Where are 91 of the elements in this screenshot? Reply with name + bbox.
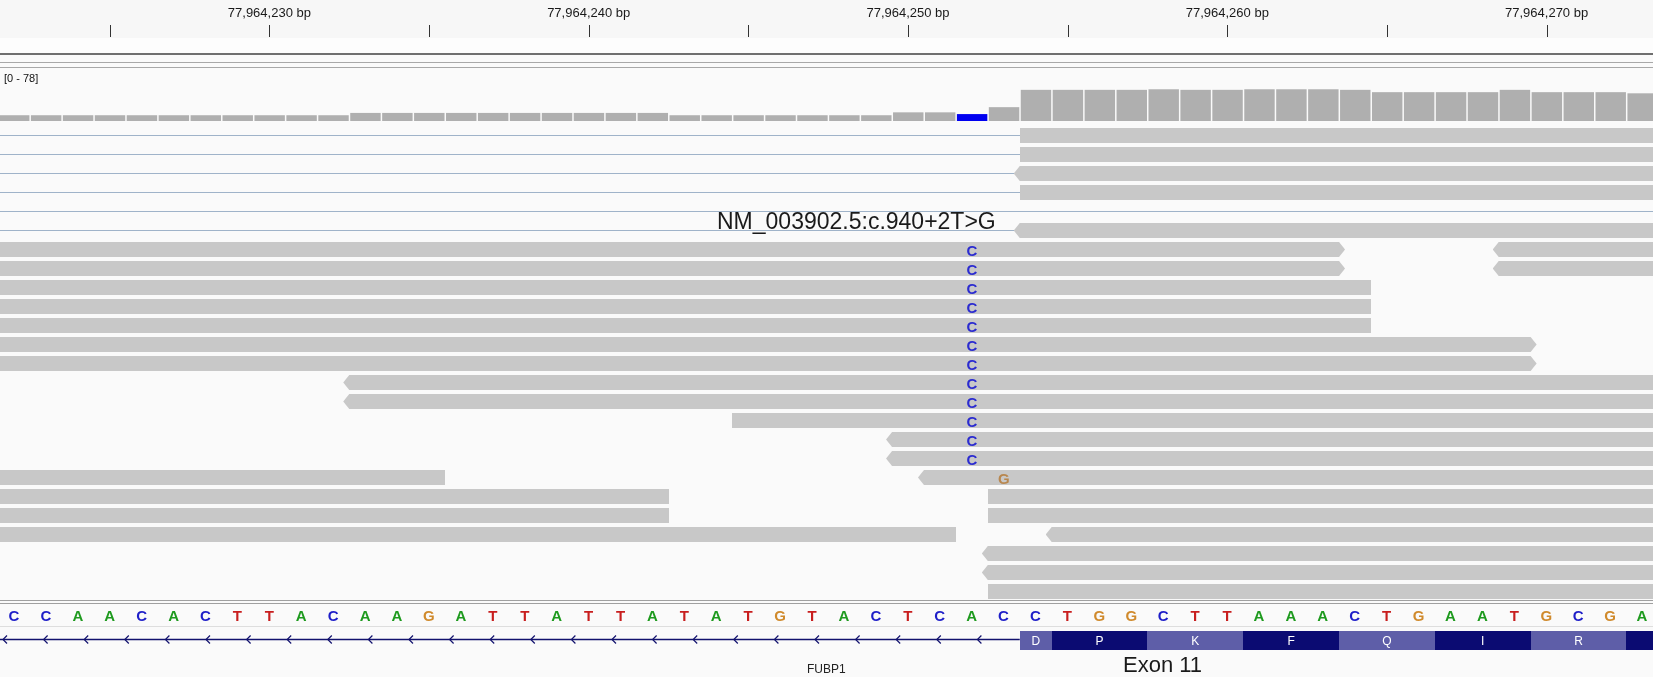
sequence-base: T	[1222, 607, 1232, 623]
ruler-tick	[748, 25, 750, 37]
mismatch-base: C	[966, 299, 978, 314]
sequence-base: T	[1382, 607, 1392, 623]
mismatch-base: G	[997, 470, 1010, 485]
sequence-base: A	[104, 607, 116, 623]
amino-acid-segment: F	[1243, 631, 1339, 650]
sequence-base: T	[520, 607, 530, 623]
mismatch-base: C	[966, 337, 978, 352]
sequence-base: T	[679, 607, 689, 623]
mismatch-base: C	[966, 413, 978, 428]
sequence-base: C	[1349, 607, 1361, 623]
position-label: 77,964,250 bp	[866, 5, 950, 20]
sequence-base: C	[8, 607, 20, 623]
amino-acid-segment: K	[1147, 631, 1244, 650]
mismatch-base: C	[966, 451, 978, 466]
sequence-base: C	[1157, 607, 1169, 623]
sequence-base: T	[743, 607, 753, 623]
sequence-base: T	[615, 607, 626, 623]
sequence-base: C	[1572, 607, 1584, 623]
sequence-base: T	[1062, 607, 1072, 623]
sequence-base: A	[966, 607, 978, 623]
data-range-label: [0 - 78]	[4, 72, 39, 85]
ruler-tick	[588, 25, 590, 37]
position-label: 77,964,260 bp	[1185, 5, 1269, 20]
mismatch-base: C	[966, 356, 978, 371]
mismatch-base: C	[966, 394, 978, 409]
variant-label: NM_003902.5:c.940+2T>G	[717, 210, 996, 233]
sequence-base: C	[40, 607, 52, 623]
sequence-base: G	[774, 607, 786, 623]
sequence-base: C	[136, 607, 148, 623]
sequence-base: T	[264, 607, 274, 623]
ruler-tick	[908, 25, 909, 37]
sequence-base: C	[327, 607, 339, 623]
ruler-tick	[109, 25, 111, 37]
sequence-base: G	[1093, 607, 1106, 623]
ruler-tick	[1227, 25, 1229, 37]
mismatch-base: C	[966, 242, 978, 257]
sequence-base: T	[1509, 607, 1519, 623]
sequence-base: A	[1636, 607, 1648, 623]
sequence-base: C	[934, 607, 946, 623]
position-label: 77,964,270 bp	[1505, 5, 1589, 20]
sequence-base: A	[646, 607, 658, 623]
sequence-base: A	[391, 607, 403, 623]
mismatch-base: C	[966, 318, 978, 333]
sequence-base: T	[232, 607, 242, 623]
ruler-tick	[1546, 25, 1548, 37]
ruler-tick	[1386, 25, 1388, 37]
sequence-base: A	[551, 607, 563, 623]
sequence-base: G	[423, 607, 435, 623]
sequence-base: A	[1476, 607, 1488, 623]
sequence-base: A	[1317, 607, 1329, 623]
amino-acid-segment: I	[1434, 631, 1531, 650]
gene-name-label: FUBP1	[807, 662, 846, 676]
sequence-base: A	[295, 607, 307, 623]
ruler-tick	[1067, 25, 1069, 37]
mismatch-base: C	[966, 375, 978, 390]
mismatch-base: C	[966, 261, 978, 276]
amino-acid-segment: Q	[1339, 631, 1435, 650]
position-label: 77,964,240 bp	[547, 5, 631, 20]
sequence-base: C	[1030, 607, 1041, 623]
sequence-base: A	[72, 607, 84, 623]
mismatch-base: C	[966, 432, 978, 447]
sequence-base: T	[807, 607, 817, 623]
sequence-base: C	[998, 607, 1009, 623]
ruler-tick	[269, 25, 271, 37]
sequence-base: A	[1253, 607, 1265, 623]
sequence-base: G	[1540, 607, 1553, 623]
sequence-base: T	[1190, 607, 1200, 623]
sequence-base: T	[903, 607, 913, 623]
ruler-tick	[429, 25, 431, 37]
exon-label: Exon 11	[1123, 654, 1203, 676]
sequence-base: G	[1125, 607, 1138, 623]
sequence-base: A	[455, 607, 467, 623]
mismatch-base: C	[966, 280, 978, 295]
amino-acid-segment: R	[1530, 631, 1627, 650]
sequence-base: G	[1604, 607, 1616, 623]
sequence-base: C	[870, 607, 882, 623]
sequence-base: A	[359, 607, 371, 623]
position-label: 77,964,230 bp	[227, 5, 311, 20]
sequence-base: G	[1412, 607, 1425, 623]
sequence-base: C	[200, 607, 211, 623]
sequence-base: A	[838, 607, 850, 623]
sequence-base: A	[1285, 607, 1297, 623]
sequence-base: T	[583, 607, 594, 623]
sequence-base: A	[710, 607, 722, 623]
sequence-base: A	[168, 607, 179, 623]
amino-acid-segment: P	[1051, 631, 1148, 650]
amino-acid-segment: D	[1019, 631, 1052, 650]
sequence-base: T	[488, 607, 498, 623]
sequence-base: A	[1445, 607, 1456, 623]
